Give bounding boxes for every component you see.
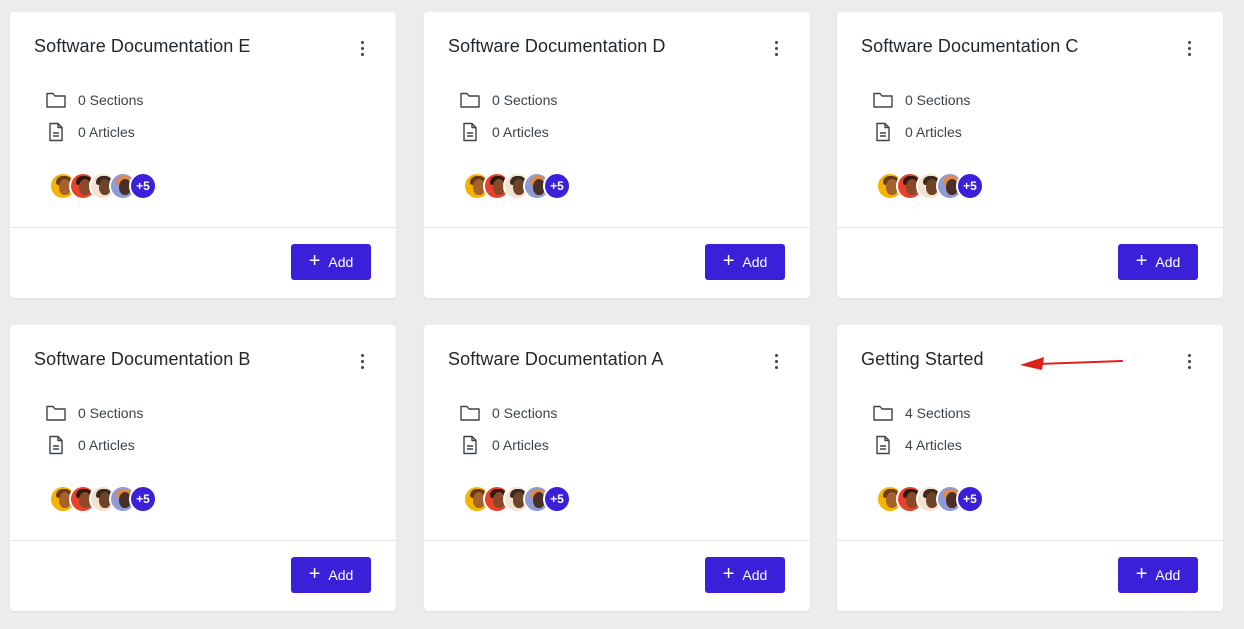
doc-card-title[interactable]: Software Documentation A xyxy=(448,349,664,370)
more-vertical-icon[interactable] xyxy=(1179,38,1199,58)
doc-card: Software Documentation A 0 Sections 0 Ar… xyxy=(424,325,810,611)
articles-stat: 0 Articles xyxy=(45,435,135,455)
doc-card-title[interactable]: Software Documentation D xyxy=(448,36,666,57)
more-vertical-icon[interactable] xyxy=(1179,351,1199,371)
card-divider xyxy=(424,540,810,541)
document-icon xyxy=(49,435,63,455)
document-icon xyxy=(463,435,477,455)
articles-stat: 0 Articles xyxy=(45,122,135,142)
doc-card: Software Documentation B 0 Sections 0 Ar… xyxy=(10,325,396,611)
contributors-avatars[interactable]: +5 xyxy=(49,485,157,513)
add-button-label: Add xyxy=(328,567,354,583)
add-button[interactable]: + Add xyxy=(705,557,785,593)
add-button-label: Add xyxy=(1155,567,1181,583)
sections-count: 0 Sections xyxy=(492,92,558,108)
sections-stat: 0 Sections xyxy=(459,403,557,423)
plus-icon: + xyxy=(722,250,735,272)
add-button-label: Add xyxy=(742,567,768,583)
card-divider xyxy=(424,227,810,228)
articles-count: 0 Articles xyxy=(492,437,549,453)
plus-icon: + xyxy=(308,563,321,585)
sections-stat: 0 Sections xyxy=(459,90,557,110)
card-divider xyxy=(837,227,1223,228)
plus-icon: + xyxy=(1135,250,1148,272)
sections-count: 0 Sections xyxy=(492,405,558,421)
document-icon xyxy=(876,122,890,142)
doc-card-title[interactable]: Software Documentation B xyxy=(34,349,251,370)
folder-icon xyxy=(46,92,66,108)
contributors-avatars[interactable]: +5 xyxy=(876,485,984,513)
sections-stat: 0 Sections xyxy=(872,90,970,110)
articles-stat: 0 Articles xyxy=(459,122,549,142)
plus-icon: + xyxy=(308,250,321,272)
add-button-label: Add xyxy=(328,254,354,270)
more-contributors-badge[interactable]: +5 xyxy=(956,485,984,513)
more-contributors-badge[interactable]: +5 xyxy=(543,485,571,513)
sections-stat: 4 Sections xyxy=(872,403,970,423)
folder-icon xyxy=(460,92,480,108)
document-icon xyxy=(876,435,890,455)
folder-icon xyxy=(46,405,66,421)
card-divider xyxy=(10,227,396,228)
more-vertical-icon[interactable] xyxy=(766,38,786,58)
folder-icon xyxy=(873,405,893,421)
more-vertical-icon[interactable] xyxy=(766,351,786,371)
more-contributors-badge[interactable]: +5 xyxy=(543,172,571,200)
sections-count: 4 Sections xyxy=(905,405,971,421)
add-button[interactable]: + Add xyxy=(705,244,785,280)
doc-card: Software Documentation E 0 Sections 0 Ar… xyxy=(10,12,396,298)
docs-grid: Software Documentation E 0 Sections 0 Ar… xyxy=(0,0,1244,629)
contributors-avatars[interactable]: +5 xyxy=(463,485,571,513)
more-vertical-icon[interactable] xyxy=(352,38,372,58)
articles-count: 0 Articles xyxy=(78,437,135,453)
doc-card-title[interactable]: Getting Started xyxy=(861,349,984,370)
folder-icon xyxy=(460,405,480,421)
contributors-avatars[interactable]: +5 xyxy=(463,172,571,200)
add-button[interactable]: + Add xyxy=(291,557,371,593)
card-divider xyxy=(837,540,1223,541)
more-contributors-badge[interactable]: +5 xyxy=(129,172,157,200)
sections-count: 0 Sections xyxy=(78,92,144,108)
contributors-avatars[interactable]: +5 xyxy=(49,172,157,200)
sections-count: 0 Sections xyxy=(905,92,971,108)
add-button[interactable]: + Add xyxy=(1118,244,1198,280)
articles-count: 0 Articles xyxy=(78,124,135,140)
contributors-avatars[interactable]: +5 xyxy=(876,172,984,200)
articles-stat: 0 Articles xyxy=(872,122,962,142)
folder-icon xyxy=(873,92,893,108)
add-button-label: Add xyxy=(1155,254,1181,270)
articles-count: 0 Articles xyxy=(492,124,549,140)
sections-stat: 0 Sections xyxy=(45,403,143,423)
add-button[interactable]: + Add xyxy=(291,244,371,280)
more-contributors-badge[interactable]: +5 xyxy=(956,172,984,200)
doc-card-title[interactable]: Software Documentation E xyxy=(34,36,251,57)
annotation-arrow-icon xyxy=(1020,357,1123,370)
document-icon xyxy=(49,122,63,142)
doc-card: Software Documentation D 0 Sections 0 Ar… xyxy=(424,12,810,298)
articles-stat: 0 Articles xyxy=(459,435,549,455)
card-divider xyxy=(10,540,396,541)
plus-icon: + xyxy=(1135,563,1148,585)
articles-count: 4 Articles xyxy=(905,437,962,453)
document-icon xyxy=(463,122,477,142)
doc-card: Software Documentation C 0 Sections 0 Ar… xyxy=(837,12,1223,298)
sections-count: 0 Sections xyxy=(78,405,144,421)
plus-icon: + xyxy=(722,563,735,585)
sections-stat: 0 Sections xyxy=(45,90,143,110)
add-button[interactable]: + Add xyxy=(1118,557,1198,593)
add-button-label: Add xyxy=(742,254,768,270)
more-vertical-icon[interactable] xyxy=(352,351,372,371)
doc-card-title[interactable]: Software Documentation C xyxy=(861,36,1079,57)
more-contributors-badge[interactable]: +5 xyxy=(129,485,157,513)
articles-count: 0 Articles xyxy=(905,124,962,140)
articles-stat: 4 Articles xyxy=(872,435,962,455)
